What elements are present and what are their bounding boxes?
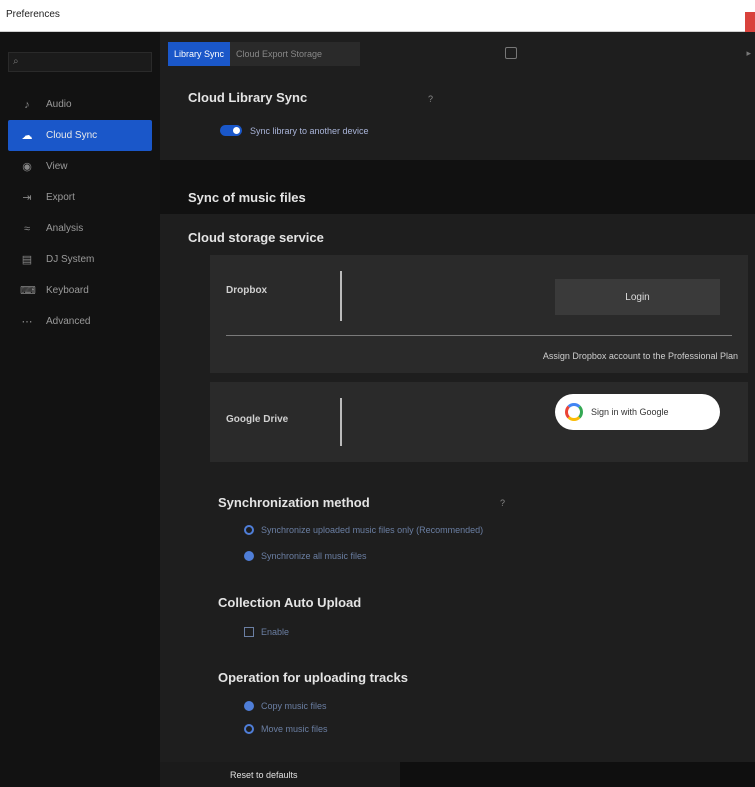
title-bar: Preferences — [0, 0, 755, 32]
sidebar-item-label: Advanced — [46, 316, 91, 327]
help-icon[interactable]: ? — [500, 498, 505, 508]
upload-operation-option[interactable]: Copy music files — [244, 701, 327, 711]
auto-upload-toggle[interactable]: Enable — [244, 627, 289, 637]
sidebar: ⌕ ♪ Audio ☁ Cloud Sync ◉ View ⇥ Export ≈… — [0, 32, 160, 787]
google-signin-label: Sign in with Google — [591, 407, 669, 417]
tab-library-sync[interactable]: Library Sync — [168, 42, 231, 66]
settings-content: Cloud Library Sync ? Sync library to ano… — [160, 72, 755, 762]
checkbox[interactable] — [244, 627, 254, 637]
dropbox-assign-text: Assign Dropbox account to the Profession… — [542, 351, 738, 361]
eye-icon: ◉ — [22, 161, 32, 173]
footer: Reset to defaults — [160, 762, 755, 787]
radio-button[interactable] — [244, 525, 254, 535]
cloud-storage-heading: Cloud storage service — [188, 230, 324, 245]
sidebar-item-analysis[interactable]: ≈ Analysis — [0, 213, 160, 244]
settings-icon[interactable] — [505, 47, 517, 59]
dropbox-panel: Dropbox Login Assign Dropbox account to … — [210, 255, 748, 373]
sidebar-item-view[interactable]: ◉ View — [0, 151, 160, 182]
dj-system-icon: ▤ — [21, 254, 33, 266]
option-label: Synchronize uploaded music files only (R… — [261, 525, 484, 535]
sidebar-item-label: DJ System — [46, 254, 95, 265]
sidebar-item-advanced[interactable]: ⋯ Advanced — [0, 306, 160, 337]
sidebar-item-label: Export — [46, 192, 75, 203]
google-icon — [565, 403, 583, 421]
option-label: Enable — [261, 627, 290, 637]
sync-method-heading: Synchronization method — [218, 495, 370, 510]
auto-upload-heading: Collection Auto Upload — [218, 595, 362, 610]
radio-button[interactable] — [244, 724, 254, 734]
sidebar-item-label: Cloud Sync — [46, 130, 98, 141]
reset-defaults-button[interactable]: Reset to defaults — [160, 762, 400, 787]
sidebar-item-cloud-sync[interactable]: ☁ Cloud Sync — [8, 120, 152, 151]
sidebar-item-label: Audio — [46, 99, 72, 110]
sync-music-files-heading: Sync of music files — [188, 190, 306, 205]
google-drive-label: Google Drive — [226, 414, 289, 425]
analysis-icon: ≈ — [23, 222, 31, 235]
keyboard-icon: ⌨ — [20, 285, 36, 297]
advanced-icon: ⋯ — [21, 316, 33, 328]
radio-button[interactable] — [244, 551, 254, 561]
window-title: Preferences — [6, 9, 60, 20]
upload-operation-option[interactable]: Move music files — [244, 724, 328, 734]
tab-cloud-export-storage[interactable]: Cloud Export Storage — [230, 42, 360, 66]
sidebar-item-dj-system[interactable]: ▤ DJ System — [0, 244, 160, 275]
dropbox-login-button[interactable]: Login — [555, 279, 720, 315]
cloud-library-sync-heading: Cloud Library Sync — [188, 90, 308, 105]
section-band — [160, 160, 755, 214]
option-label: Synchronize all music files — [261, 551, 367, 561]
sidebar-item-export[interactable]: ⇥ Export — [0, 182, 160, 213]
upload-operation-heading: Operation for uploading tracks — [218, 670, 408, 685]
tab-bar: Library Sync Cloud Export Storage ▸ — [160, 42, 755, 72]
search-input[interactable]: ⌕ — [8, 52, 152, 72]
sidebar-item-label: Keyboard — [46, 285, 89, 296]
sidebar-item-label: View — [46, 161, 68, 172]
option-label: Copy music files — [261, 701, 327, 711]
sidebar-item-label: Analysis — [46, 223, 84, 234]
dropbox-label: Dropbox — [226, 285, 268, 296]
radio-button[interactable] — [244, 701, 254, 711]
divider — [226, 335, 732, 336]
sidebar-nav: ♪ Audio ☁ Cloud Sync ◉ View ⇥ Export ≈ A… — [0, 89, 160, 337]
cloud-icon: ☁ — [21, 130, 33, 142]
speaker-icon: ♪ — [24, 98, 30, 111]
help-icon[interactable]: ? — [428, 94, 433, 104]
divider — [340, 271, 342, 321]
menu-icon[interactable]: ▸ — [746, 48, 751, 59]
close-icon[interactable] — [745, 12, 755, 32]
sidebar-item-audio[interactable]: ♪ Audio — [0, 89, 160, 120]
search-icon: ⌕ — [13, 56, 19, 67]
sync-method-option[interactable]: Synchronize all music files — [244, 551, 367, 561]
export-icon: ⇥ — [22, 192, 32, 204]
sidebar-item-keyboard[interactable]: ⌨ Keyboard — [0, 275, 160, 306]
google-signin-button[interactable]: Sign in with Google — [555, 394, 720, 430]
divider — [340, 398, 342, 446]
sync-library-toggle[interactable] — [220, 125, 242, 136]
option-label: Move music files — [261, 724, 328, 734]
sync-library-label: Sync library to another device — [250, 126, 369, 136]
sync-method-option[interactable]: Synchronize uploaded music files only (R… — [244, 525, 483, 535]
google-drive-panel: Google Drive Sign in with Google — [210, 382, 748, 462]
